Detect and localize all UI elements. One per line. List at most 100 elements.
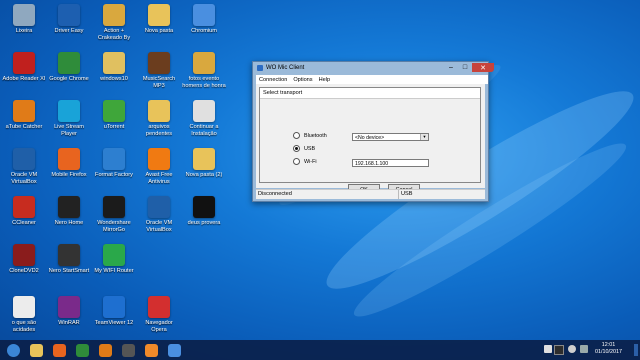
start-button-icon: [6, 343, 20, 357]
desktop-icon-label: Nova pasta (2): [185, 172, 223, 178]
desktop-icon[interactable]: Continuar a Instalação: [182, 100, 226, 137]
desktop-icon[interactable]: Live Stream Player: [47, 100, 91, 137]
desktop-icon[interactable]: Mobile Firefox: [47, 148, 91, 179]
firefox-icon: [52, 343, 66, 357]
app-icon: [58, 148, 80, 170]
desktop-icon[interactable]: MusicSearch MP3: [137, 52, 181, 89]
status-bar: Disconnected USB: [256, 189, 485, 199]
desktop-icon-label: Continuar a Instalação: [189, 124, 219, 137]
app-icon: [103, 148, 125, 170]
taskbar-clock[interactable]: 12:01 01/10/2017: [595, 342, 622, 356]
desktop-icon-label: Live Stream Player: [54, 124, 84, 137]
app-icon: [13, 100, 35, 122]
app-icon: [103, 52, 125, 74]
menu-options[interactable]: Options: [293, 77, 312, 83]
radio-bluetooth[interactable]: Bluetooth: [293, 132, 327, 139]
desktop-icon[interactable]: Chromium: [182, 4, 226, 35]
file-explorer-icon: [29, 343, 43, 357]
radio-usb[interactable]: USB: [293, 145, 315, 152]
taskbar-tablet[interactable]: [118, 341, 138, 359]
app-icon: [148, 296, 170, 318]
radio-wifi-circle[interactable]: [293, 158, 300, 165]
desktop-icon-label: windows10: [100, 76, 128, 82]
desktop-icon-label: Google Chrome: [49, 76, 89, 82]
desktop-icon[interactable]: CloneDVD2: [2, 244, 46, 275]
app-icon: [193, 196, 215, 218]
desktop-icon-label: o que são acidades: [11, 320, 37, 333]
desktop-icon[interactable]: o que são acidades: [2, 296, 46, 333]
wo-mic-icon: [144, 343, 158, 357]
desktop-icon-label: Navegador Opera: [145, 320, 173, 333]
wifi-ip-input[interactable]: 192.168.1.100: [352, 159, 429, 167]
taskbar-atube[interactable]: [95, 341, 115, 359]
chevron-down-icon[interactable]: ▼: [420, 134, 428, 140]
desktop-icon[interactable]: Wondershare MirrorGo: [92, 196, 136, 233]
menu-help[interactable]: Help: [319, 77, 331, 83]
taskbar-file-explorer[interactable]: [26, 341, 46, 359]
app-icon: [148, 196, 170, 218]
menu-connection[interactable]: Connection: [259, 77, 287, 83]
desktop-icon[interactable]: Google Chrome: [47, 52, 91, 83]
clock-date: 01/10/2017: [595, 349, 622, 355]
desktop-icon[interactable]: WinRAR: [47, 296, 91, 327]
desktop-icon[interactable]: Format Factory: [92, 148, 136, 179]
taskbar-start-button[interactable]: [3, 341, 23, 359]
desktop-icon[interactable]: Nova pasta (2): [182, 148, 226, 179]
desktop-icon[interactable]: Nero StartSmart: [47, 244, 91, 275]
app-icon: [148, 100, 170, 122]
desktop-icon[interactable]: Navegador Opera: [137, 296, 181, 333]
desktop-icon[interactable]: Nova pasta: [137, 4, 181, 35]
desktop-icon[interactable]: uTorrent: [92, 100, 136, 131]
desktop-icon-label: fotos evento homens de honra: [182, 76, 226, 89]
desktop-icon[interactable]: fotos evento homens de honra: [182, 52, 226, 89]
desktop-icon[interactable]: deus provera: [182, 196, 226, 227]
app-icon: [13, 244, 35, 266]
desktop-icon[interactable]: Oracle VM VirtualBox: [137, 196, 181, 233]
desktop-icon[interactable]: My WIFI Router: [92, 244, 136, 275]
app-icon: [103, 296, 125, 318]
desktop-icon[interactable]: Avast Free Antivirus: [137, 148, 181, 185]
desktop-icon[interactable]: TeamViewer 12: [92, 296, 136, 327]
desktop-icon-label: CCleaner: [12, 220, 36, 226]
desktop-icon-label: arquivos pendentes: [145, 124, 173, 137]
battery-icon[interactable]: [554, 345, 564, 355]
radio-wifi[interactable]: Wi-Fi: [293, 158, 317, 165]
desktop-icon-label: Avast Free Antivirus: [145, 172, 173, 185]
paint-icon: [167, 343, 181, 357]
desktop-icon[interactable]: Nero Home: [47, 196, 91, 227]
menu-bar: Connection Options Help: [256, 75, 488, 84]
radio-bluetooth-circle[interactable]: [293, 132, 300, 139]
desktop-icon[interactable]: windows10: [92, 52, 136, 83]
radio-wifi-label: Wi-Fi: [304, 158, 317, 165]
taskbar-chrome[interactable]: [72, 341, 92, 359]
tablet-icon: [121, 343, 135, 357]
desktop-icon-label: Chromium: [191, 28, 217, 34]
maximize-icon[interactable]: □: [458, 63, 472, 72]
desktop-icon[interactable]: Action + Crakeado By: [92, 4, 136, 41]
app-icon: [103, 244, 125, 266]
volume-icon[interactable]: [568, 345, 576, 353]
desktop-icon-label: Action + Crakeado By: [97, 28, 131, 41]
app-icon: [193, 148, 215, 170]
taskbar-wo-mic[interactable]: [141, 341, 161, 359]
desktop-icon[interactable]: Lixeira: [2, 4, 46, 35]
minimize-icon[interactable]: –: [444, 63, 458, 72]
flag-icon[interactable]: [580, 345, 588, 353]
bluetooth-device-select[interactable]: <No device> ▼: [352, 133, 429, 141]
desktop-icon[interactable]: aTube Catcher: [2, 100, 46, 131]
clock-time: 12:01: [601, 342, 616, 348]
desktop-icon-label: Oracle VM VirtualBox: [10, 172, 38, 185]
desktop-icon[interactable]: Adobe Reader XI: [2, 52, 46, 83]
app-icon: [13, 296, 35, 318]
desktop-icon[interactable]: Driver Easy: [47, 4, 91, 35]
show-desktop-button[interactable]: [634, 344, 638, 356]
desktop-icon[interactable]: CCleaner: [2, 196, 46, 227]
taskbar-firefox[interactable]: [49, 341, 69, 359]
taskbar-paint[interactable]: [164, 341, 184, 359]
network-icon[interactable]: [544, 345, 552, 353]
radio-usb-circle[interactable]: [293, 145, 300, 152]
desktop-icon[interactable]: arquivos pendentes: [137, 100, 181, 137]
app-icon: [13, 148, 35, 170]
desktop-icon[interactable]: Oracle VM VirtualBox: [2, 148, 46, 185]
close-icon[interactable]: ✕: [472, 63, 494, 72]
